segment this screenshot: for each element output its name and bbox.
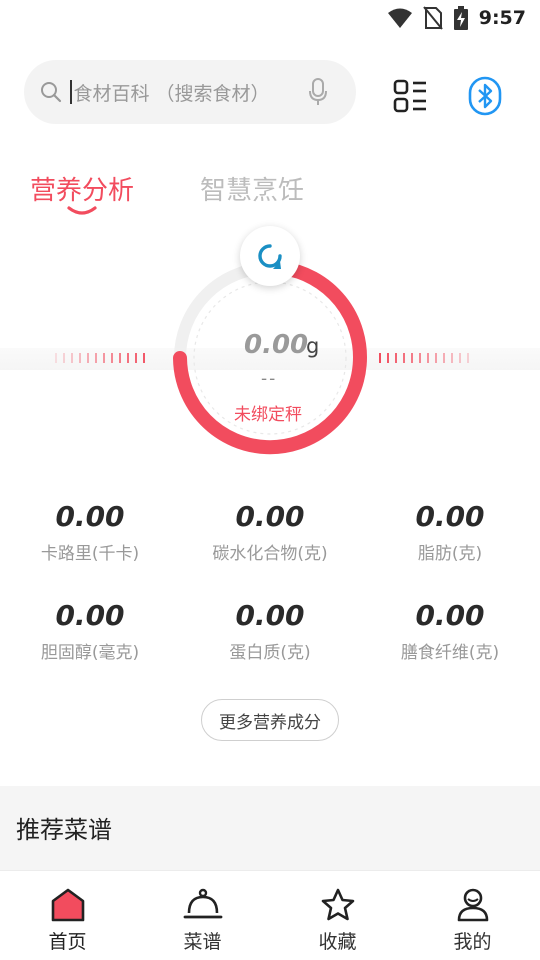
nutrition-label: 胆固醇(毫克) <box>40 643 140 663</box>
nav-mine[interactable]: 我的 <box>405 871 540 960</box>
nutrition-label: 膳食纤维(克) <box>400 643 500 663</box>
nutrition-value: 0.00 <box>55 500 125 533</box>
cloche-icon <box>183 888 222 919</box>
user-icon <box>457 888 488 922</box>
recommended-recipes-section: 推荐菜谱 <box>0 786 540 872</box>
more-nutrients-button[interactable]: 更多营养成分 <box>201 699 339 741</box>
weight-value: 0.00 <box>244 330 309 360</box>
nutrition-label: 卡路里(千卡) <box>40 544 140 564</box>
microphone-icon[interactable] <box>308 78 328 106</box>
scale-status[interactable]: 未绑定秤 <box>234 400 302 425</box>
nutrition-fat: 0.00 脂肪(克) <box>360 500 540 564</box>
tab-nutrition-analysis[interactable]: 营养分析 <box>30 170 134 207</box>
nav-label: 收藏 <box>318 931 357 953</box>
nav-label: 菜谱 <box>183 931 222 953</box>
nav-label: 首页 <box>48 931 87 953</box>
nutrition-protein: 0.00 蛋白质(克) <box>180 599 360 663</box>
search-placeholder: 食材百科 （搜索食材） <box>73 82 270 105</box>
nutrition-label: 碳水化合物(克) <box>212 544 328 564</box>
nutrition-label: 蛋白质(克) <box>229 643 311 663</box>
battery-charging-icon <box>453 6 468 30</box>
nav-home[interactable]: 首页 <box>0 871 135 960</box>
home-icon <box>51 888 84 922</box>
nutrition-value: 0.00 <box>235 599 305 632</box>
nav-label: 我的 <box>453 931 492 953</box>
text-caret <box>70 80 72 104</box>
nutrition-dietary-fiber: 0.00 膳食纤维(克) <box>360 599 540 663</box>
status-time: 9:57 <box>478 7 526 29</box>
bottom-navigation: 首页 菜谱 收藏 我的 <box>0 870 540 960</box>
refresh-icon <box>258 244 282 269</box>
scan-icon[interactable] <box>392 78 428 114</box>
weight-sub-value: -- <box>261 369 278 389</box>
nutrition-value: 0.00 <box>415 599 485 632</box>
star-icon <box>321 888 354 921</box>
refresh-button[interactable] <box>240 226 300 286</box>
no-sim-icon <box>422 6 443 30</box>
right-tick-marks <box>379 353 469 363</box>
nutrition-calories: 0.00 卡路里(千卡) <box>0 500 180 564</box>
tab-indicator <box>67 206 97 215</box>
status-bar: 9:57 <box>0 0 540 36</box>
nav-favorites[interactable]: 收藏 <box>270 871 405 960</box>
tab-smart-cooking[interactable]: 智慧烹饪 <box>200 170 304 207</box>
nutrition-label: 脂肪(克) <box>417 544 483 564</box>
bluetooth-icon[interactable] <box>468 76 502 116</box>
search-input[interactable]: 食材百科 （搜索食材） <box>24 60 356 124</box>
nutrition-value: 0.00 <box>415 500 485 533</box>
nutrition-value: 0.00 <box>55 599 125 632</box>
left-tick-marks <box>55 353 145 363</box>
nutrition-carbohydrate: 0.00 碳水化合物(克) <box>180 500 360 564</box>
wifi-icon <box>387 8 412 28</box>
weight-unit: g <box>306 334 320 358</box>
nav-recipes[interactable]: 菜谱 <box>135 871 270 960</box>
nutrition-value: 0.00 <box>235 500 305 533</box>
nutrition-cholesterol: 0.00 胆固醇(毫克) <box>0 599 180 663</box>
recommended-recipes-title: 推荐菜谱 <box>16 816 112 844</box>
search-icon <box>41 82 62 103</box>
